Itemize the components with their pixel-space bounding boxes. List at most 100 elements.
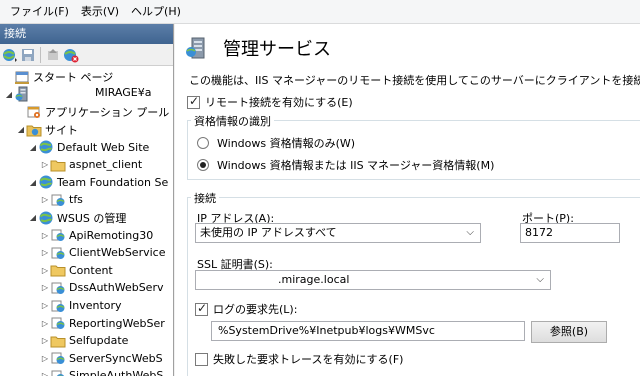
folder-icon: [50, 262, 66, 278]
tree-node-label: Team Foundation Se: [57, 175, 169, 189]
globe-icon: [38, 139, 54, 155]
failed-trace-checkbox[interactable]: 失敗した要求トレースを有効にする(F): [195, 351, 403, 367]
checkbox-checked-icon[interactable]: [195, 301, 208, 316]
tree-node-label: ClientWebService: [69, 246, 166, 260]
tree-node[interactable]: アプリケーション プール: [0, 103, 173, 121]
enable-remote-label: リモート接続を有効にする(E): [205, 96, 353, 109]
save-icon[interactable]: [20, 47, 36, 63]
app-pool-icon: [26, 104, 42, 120]
server-gear-icon: [186, 37, 205, 59]
radio-windows-only[interactable]: Windows 資格情報のみ(W): [197, 135, 355, 151]
collapsed-arrow-icon[interactable]: ▷: [40, 354, 50, 363]
ip-address-value: 未使用の IP アドレスすべて: [200, 226, 337, 239]
tree-node[interactable]: ▷ tfs: [0, 191, 173, 209]
collapsed-arrow-icon[interactable]: ▷: [40, 266, 50, 275]
tree-node[interactable]: ▷ Selfupdate: [0, 332, 173, 350]
tree-node-label: アプリケーション プール: [45, 105, 170, 119]
app-icon: [50, 280, 66, 296]
radio-unselected-icon[interactable]: [197, 137, 209, 149]
feature-description: この機能は、IIS マネージャーのリモート接続を使用してこのサーバーにクライアン…: [189, 74, 640, 87]
up-level-icon[interactable]: [45, 47, 61, 63]
log-path-input[interactable]: %SystemDrive%¥Inetpub¥logs¥WMSvc: [211, 321, 525, 341]
collapsed-arrow-icon[interactable]: ▷: [40, 248, 50, 257]
page-title: 管理サービス: [223, 39, 331, 60]
server-icon: [14, 86, 30, 102]
expanded-arrow-icon[interactable]: ◢: [4, 90, 14, 99]
ssl-cert-select[interactable]: .mirage.local ⌵: [195, 270, 551, 290]
radio-windows-only-label: Windows 資格情報のみ(W): [217, 137, 356, 150]
ssl-cert-value: .mirage.local: [278, 273, 350, 286]
expanded-arrow-icon[interactable]: ◢: [28, 213, 38, 222]
collapsed-arrow-icon[interactable]: ▷: [40, 160, 50, 169]
log-request-checkbox[interactable]: ログの要求先(L):: [195, 301, 297, 317]
folder-icon: [50, 333, 66, 349]
tree-node-label: Default Web Site: [57, 140, 150, 154]
tree-node-label: SimpleAuthWebS: [69, 369, 164, 376]
checkbox-checked-icon[interactable]: [187, 94, 200, 109]
tree-node[interactable]: ◢ MIRAGE¥a: [0, 86, 173, 104]
app-icon: [50, 192, 66, 208]
port-value: 8172: [525, 226, 553, 239]
start-page-icon: [14, 69, 30, 85]
failed-trace-label: 失敗した要求トレースを有効にする(F): [213, 353, 404, 366]
tree-node-label: ApiRemoting30: [69, 228, 154, 242]
tree-node[interactable]: ▷ Inventory: [0, 297, 173, 315]
expanded-arrow-icon[interactable]: ◢: [28, 143, 38, 152]
port-input[interactable]: 8172: [520, 223, 620, 243]
enable-remote-checkbox[interactable]: リモート接続を有効にする(E): [187, 94, 353, 110]
radio-windows-or-iis[interactable]: Windows 資格情報または IIS マネージャー資格情報(M): [197, 157, 494, 173]
page-header: 管理サービス: [185, 32, 331, 64]
tree-node-label: Selfupdate: [69, 334, 129, 348]
tree-node[interactable]: ◢ Team Foundation Se: [0, 174, 173, 192]
browse-button[interactable]: 参照(B): [531, 321, 607, 343]
collapsed-arrow-icon[interactable]: ▷: [40, 336, 50, 345]
log-path-value: %SystemDrive%¥Inetpub¥logs¥WMSvc: [218, 324, 435, 337]
collapsed-arrow-icon[interactable]: ▷: [40, 301, 50, 310]
tree-node-label: ServerSyncWebS: [69, 351, 163, 365]
app-icon: [50, 227, 66, 243]
tree-node[interactable]: ◢ WSUS の管理: [0, 209, 173, 227]
tree-node[interactable]: ▷ ServerSyncWebS: [0, 350, 173, 368]
collapsed-arrow-icon[interactable]: ▷: [40, 195, 50, 204]
tree-node[interactable]: ▷ Content: [0, 262, 173, 280]
tree-node[interactable]: ▷ ReportingWebSer: [0, 314, 173, 332]
app-icon: [50, 315, 66, 331]
tree-node-label: WSUS の管理: [57, 211, 127, 225]
collapsed-arrow-icon[interactable]: ▷: [40, 283, 50, 292]
connections-tree: スタート ページ ◢ MIRAGE¥a アプリケーション プール ◢ サイト ◢ Defaul…: [0, 66, 173, 376]
menu-view[interactable]: 表示(V): [75, 1, 125, 23]
connections-header: 接続: [0, 24, 173, 44]
menu-file[interactable]: ファイル(F): [4, 1, 75, 23]
disconnect-icon[interactable]: [63, 47, 79, 63]
tree-node[interactable]: ▷ SimpleAuthWebS: [0, 367, 173, 376]
app-icon: [50, 368, 66, 376]
app-icon: [50, 245, 66, 261]
chevron-down-icon: ⌵: [466, 227, 474, 238]
checkbox-unchecked-icon[interactable]: [195, 352, 208, 366]
tree-node[interactable]: ▷ ApiRemoting30: [0, 226, 173, 244]
expanded-arrow-icon[interactable]: ◢: [28, 178, 38, 187]
ip-address-select[interactable]: 未使用の IP アドレスすべて ⌵: [195, 223, 481, 243]
log-request-label: ログの要求先(L):: [213, 303, 298, 316]
menu-help[interactable]: ヘルプ(H): [125, 1, 187, 23]
tree-node[interactable]: ▷ DssAuthWebServ: [0, 279, 173, 297]
collapsed-arrow-icon[interactable]: ▷: [40, 319, 50, 328]
tree-node-label: Content: [69, 263, 113, 277]
collapsed-arrow-icon[interactable]: ▷: [40, 231, 50, 240]
globe-icon: [38, 210, 54, 226]
tree-node[interactable]: ▷ ClientWebService: [0, 244, 173, 262]
app-icon: [50, 350, 66, 366]
tree-node-label: aspnet_client: [69, 158, 143, 172]
connect-globe-icon[interactable]: [2, 47, 18, 63]
tree-node-label: tfs: [69, 193, 83, 207]
credentials-group-label: 資格情報の識別: [191, 113, 274, 129]
tree-node[interactable]: ◢ Default Web Site: [0, 138, 173, 156]
menu-bar: ファイル(F) 表示(V) ヘルプ(H): [0, 0, 640, 24]
radio-selected-icon[interactable]: [197, 159, 209, 171]
tree-node[interactable]: スタート ページ: [0, 68, 173, 86]
tree-node[interactable]: ▷ aspnet_client: [0, 156, 173, 174]
expanded-arrow-icon[interactable]: ◢: [16, 125, 26, 134]
tree-node[interactable]: ◢ サイト: [0, 121, 173, 139]
collapsed-arrow-icon[interactable]: ▷: [40, 371, 50, 376]
management-service-pane: 管理サービス この機能は、IIS マネージャーのリモート接続を使用してこのサーバ…: [175, 24, 640, 376]
